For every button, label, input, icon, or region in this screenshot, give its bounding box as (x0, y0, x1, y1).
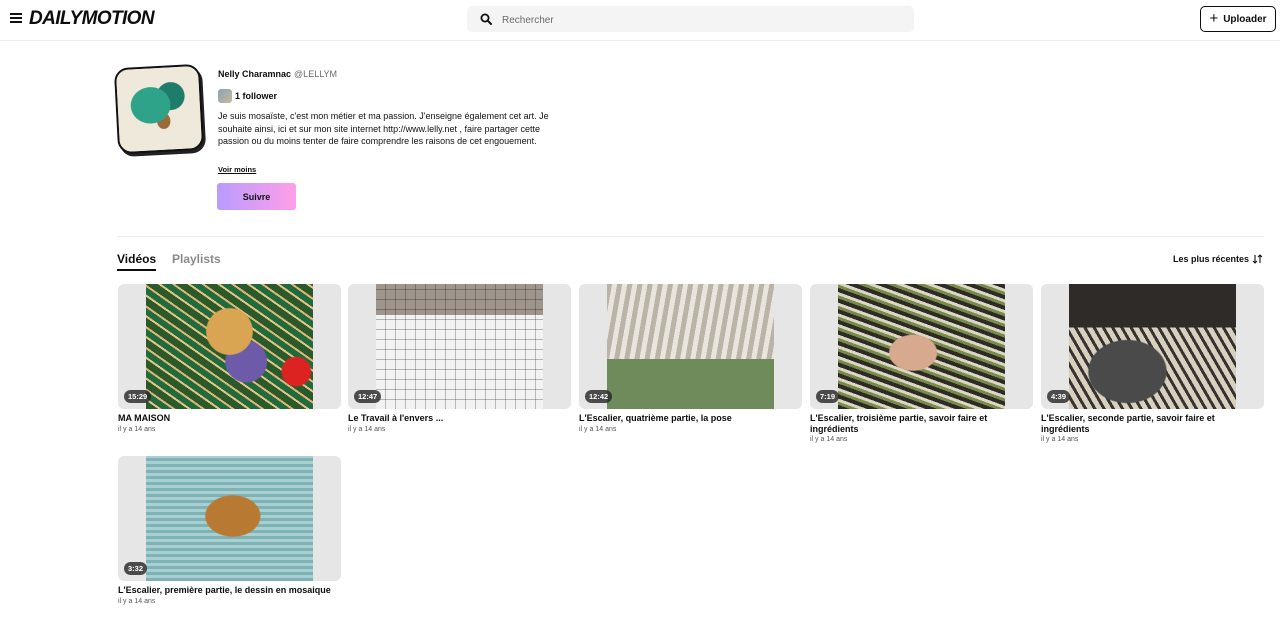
upload-button[interactable]: + Uploader (1200, 6, 1276, 32)
video-thumbnail[interactable]: 7:19 (810, 284, 1033, 409)
duration-badge: 7:19 (816, 390, 840, 403)
video-title[interactable]: MA MAISON (118, 413, 341, 424)
tab-playlists[interactable]: Playlists (172, 252, 221, 266)
video-title[interactable]: L'Escalier, quatrième partie, la pose (579, 413, 802, 424)
video-card[interactable]: 3:32 L'Escalier, première partie, le des… (118, 456, 341, 605)
video-title[interactable]: L'Escalier, seconde partie, savoir faire… (1041, 413, 1264, 434)
sort-label: Les plus récentes (1172, 254, 1249, 264)
video-card[interactable]: 15:29 MA MAISON il y a 14 ans (118, 284, 341, 433)
duration-badge: 12:47 (354, 390, 382, 403)
dailymotion-logo[interactable]: DAILYMOTION (29, 8, 155, 30)
video-card[interactable]: 12:42 L'Escalier, quatrième partie, la p… (579, 284, 802, 433)
follower-count: 1 follower (235, 91, 278, 101)
video-thumbnail[interactable]: 15:29 (118, 284, 341, 409)
video-thumbnail[interactable]: 4:39 (1041, 284, 1264, 409)
video-age: il y a 14 ans (1041, 436, 1079, 443)
sort-arrows-icon (1252, 254, 1263, 264)
plus-icon: + (1209, 10, 1219, 27)
video-title[interactable]: L'Escalier, troisième partie, savoir fai… (810, 413, 1033, 434)
avatar-image (115, 65, 203, 153)
duration-badge: 3:32 (124, 562, 148, 575)
video-thumbnail[interactable]: 3:32 (118, 456, 341, 581)
channel-name-line: Nelly Charamnac @LELLYM (218, 69, 337, 79)
search-bar[interactable] (467, 6, 914, 32)
channel-avatar (113, 63, 206, 156)
duration-badge: 12:42 (585, 390, 613, 403)
video-title[interactable]: L'Escalier, première partie, le dessin e… (118, 585, 341, 596)
video-age: il y a 14 ans (810, 436, 848, 443)
tab-videos[interactable]: Vidéos (117, 252, 157, 271)
video-card[interactable]: 4:39 L'Escalier, seconde partie, savoir … (1041, 284, 1264, 443)
video-age: il y a 14 ans (118, 597, 156, 605)
video-thumbnail[interactable]: 12:42 (579, 284, 802, 409)
video-age: il y a 14 ans (118, 425, 156, 433)
video-age: il y a 14 ans (348, 425, 386, 433)
channel-name: Nelly Charamnac (218, 69, 292, 79)
menu-icon[interactable] (10, 12, 22, 24)
video-age: il y a 14 ans (579, 425, 617, 433)
duration-badge: 15:29 (124, 390, 152, 403)
search-input[interactable] (500, 10, 904, 30)
divider (117, 236, 1264, 237)
see-less-link[interactable]: Voir moins (218, 165, 256, 174)
channel-handle: @LELLYM (294, 69, 338, 79)
channel-bio: Je suis mosaïste, c'est mon métier et ma… (218, 111, 549, 147)
sort-dropdown[interactable]: Les plus récentes (1173, 254, 1263, 264)
followers-info[interactable]: 1 follower (218, 89, 277, 103)
follower-avatar (218, 89, 232, 103)
video-thumbnail[interactable]: 12:47 (348, 284, 571, 409)
upload-label: Uploader (1223, 13, 1267, 25)
video-card[interactable]: 7:19 L'Escalier, troisième partie, savoi… (810, 284, 1033, 443)
top-bar: DAILYMOTION + Uploader (0, 0, 1280, 41)
duration-badge: 4:39 (1047, 390, 1071, 403)
video-card[interactable]: 12:47 Le Travail à l'envers ... il y a 1… (348, 284, 571, 433)
video-title[interactable]: Le Travail à l'envers ... (348, 413, 571, 424)
search-icon (480, 13, 492, 25)
follow-button[interactable]: Suivre (217, 183, 296, 210)
